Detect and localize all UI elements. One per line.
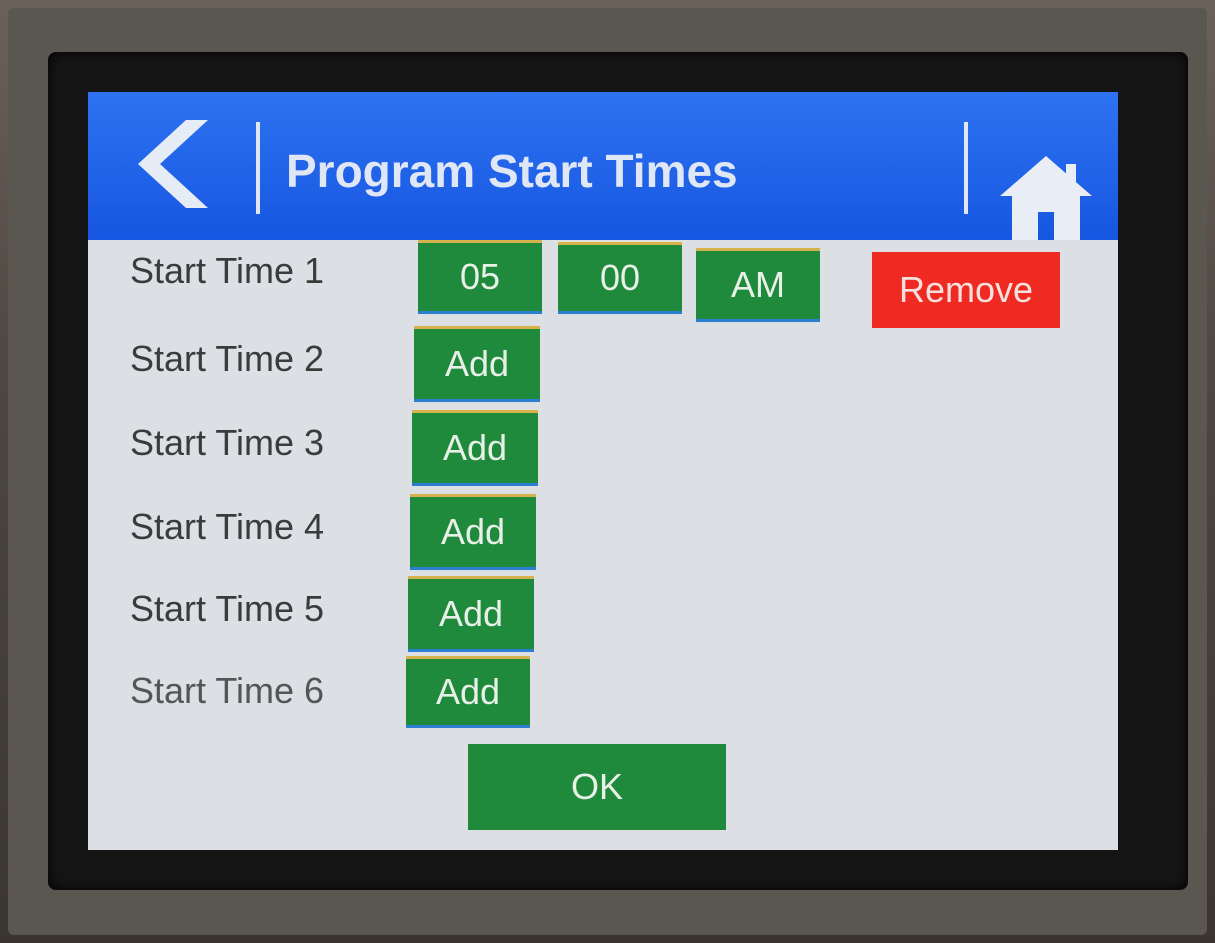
home-icon bbox=[1000, 156, 1092, 240]
ok-button[interactable]: OK bbox=[468, 744, 726, 830]
page-title: Program Start Times bbox=[286, 145, 738, 197]
start-time-6-add-button[interactable]: Add bbox=[406, 656, 530, 728]
start-time-3-add-button[interactable]: Add bbox=[412, 410, 538, 486]
home-button[interactable] bbox=[996, 150, 1096, 240]
start-time-2-label: Start Time 2 bbox=[130, 338, 325, 379]
touch-screen: Program Start Times Start Time 1 05 00 A… bbox=[88, 92, 1118, 850]
header-divider-left bbox=[256, 122, 260, 214]
start-time-1-remove-button[interactable]: Remove bbox=[872, 252, 1060, 328]
start-time-1-minute-button[interactable]: 00 bbox=[558, 242, 682, 314]
start-time-3-label: Start Time 3 bbox=[130, 422, 325, 463]
header-bar: Program Start Times bbox=[88, 92, 1118, 240]
start-time-6-label: Start Time 6 bbox=[130, 670, 325, 711]
start-time-5-add-button[interactable]: Add bbox=[408, 576, 534, 652]
start-time-4-add-button[interactable]: Add bbox=[410, 494, 536, 570]
start-time-5-label: Start Time 5 bbox=[130, 588, 325, 629]
start-time-1-label: Start Time 1 bbox=[130, 250, 325, 291]
start-time-1-hour-button[interactable]: 05 bbox=[418, 240, 542, 314]
start-time-4-label: Start Time 4 bbox=[130, 506, 325, 547]
back-button[interactable] bbox=[116, 116, 212, 212]
start-time-1-ampm-button[interactable]: AM bbox=[696, 248, 820, 322]
device-frame: Program Start Times Start Time 1 05 00 A… bbox=[0, 0, 1215, 943]
chevron-left-icon bbox=[138, 120, 208, 208]
header-divider-right bbox=[964, 122, 968, 214]
start-time-2-add-button[interactable]: Add bbox=[414, 326, 540, 402]
